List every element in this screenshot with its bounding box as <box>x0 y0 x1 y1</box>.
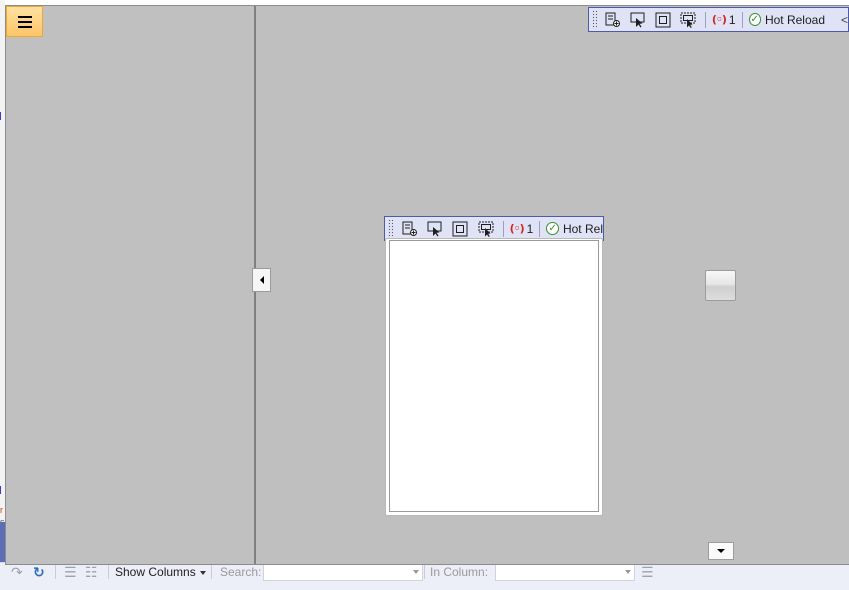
binding-errors-button[interactable]: (◦) 1 <box>712 13 736 27</box>
hamburger-menu-button[interactable] <box>6 6 43 37</box>
live-visual-tree-icon <box>402 221 417 236</box>
binding-errors-button[interactable]: (◦) 1 <box>510 222 534 236</box>
chevron-down-icon <box>199 570 206 575</box>
search-combo[interactable] <box>263 564 423 581</box>
ide-code-marker <box>0 112 4 120</box>
check-circle-icon: ✓ <box>748 13 761 26</box>
hot-reload-status[interactable]: Hot Rel <box>563 222 603 236</box>
in-column-label: In Column: <box>430 565 489 579</box>
hamburger-icon <box>17 20 32 23</box>
toolbar-separator <box>502 220 504 237</box>
content-button[interactable] <box>705 270 736 301</box>
live-visual-tree-icon <box>605 12 621 27</box>
track-focus-icon <box>478 221 494 237</box>
collapse-pane-button[interactable] <box>252 268 271 292</box>
show-columns-button[interactable]: Show Columns <box>115 564 206 580</box>
chevron-left-icon <box>259 276 264 284</box>
inner-window-content <box>389 240 599 512</box>
error-count: 1 <box>526 221 534 236</box>
hamburger-icon <box>17 15 32 18</box>
chevron-down-icon <box>625 570 631 574</box>
inner-window <box>385 238 603 516</box>
live-visual-tree-button[interactable] <box>605 11 622 29</box>
toolbar-grip[interactable] <box>592 10 597 29</box>
display-adorners-button[interactable] <box>452 220 469 238</box>
select-element-icon <box>427 221 442 236</box>
refresh-icon[interactable]: ↻ <box>33 563 45 581</box>
toolbar-separator <box>211 565 212 579</box>
in-column-combo[interactable] <box>495 564 635 581</box>
display-adorners-button[interactable] <box>655 11 672 29</box>
collapse-toolbar-button[interactable]: < <box>841 13 848 27</box>
check-circle-icon: ✓ <box>546 222 559 235</box>
toolbar-separator <box>741 11 743 28</box>
select-element-icon <box>630 12 645 27</box>
toolbar-separator <box>55 565 56 579</box>
track-focus-icon <box>680 12 696 28</box>
select-element-button[interactable] <box>426 220 443 238</box>
hot-reload-status[interactable]: Hot Reload <box>765 13 825 27</box>
toolbar-grip[interactable] <box>388 219 393 238</box>
toolbar-separator <box>539 220 541 237</box>
hamburger-icon <box>17 25 32 28</box>
ide-code-marker <box>0 486 4 494</box>
track-focus-button[interactable] <box>477 220 494 238</box>
ide-bottom-toolbar: ↷ ↻ ☰ ☷ Show Columns Search: In Column: … <box>0 562 849 590</box>
binding-errors-icon: (◦) <box>509 222 525 235</box>
toolbar-separator <box>424 565 425 579</box>
toolbar-separator <box>704 11 706 28</box>
scroll-down-button[interactable] <box>708 542 734 560</box>
search-label: Search: <box>220 565 262 579</box>
chevron-down-icon <box>413 570 419 574</box>
chevron-down-icon <box>717 549 725 553</box>
filter-icon[interactable]: ☷ <box>85 563 98 581</box>
select-element-button[interactable] <box>630 11 647 29</box>
show-columns-label: Show Columns <box>115 565 196 579</box>
display-adorners-icon <box>655 12 671 27</box>
navigation-pane <box>6 6 254 564</box>
binding-errors-icon: (◦) <box>711 13 727 26</box>
redo-icon[interactable]: ↷ <box>11 563 23 581</box>
runtime-toolbar-main: (◦) 1 ✓ Hot Reload < <box>588 7 849 32</box>
error-count: 1 <box>728 12 736 27</box>
live-visual-tree-button[interactable] <box>401 220 418 238</box>
toolbar-separator <box>108 565 109 579</box>
column-options-icon[interactable]: ☰ <box>641 563 654 581</box>
track-focus-button[interactable] <box>680 11 697 29</box>
display-adorners-icon <box>452 221 468 236</box>
group-icon[interactable]: ☰ <box>64 563 77 581</box>
